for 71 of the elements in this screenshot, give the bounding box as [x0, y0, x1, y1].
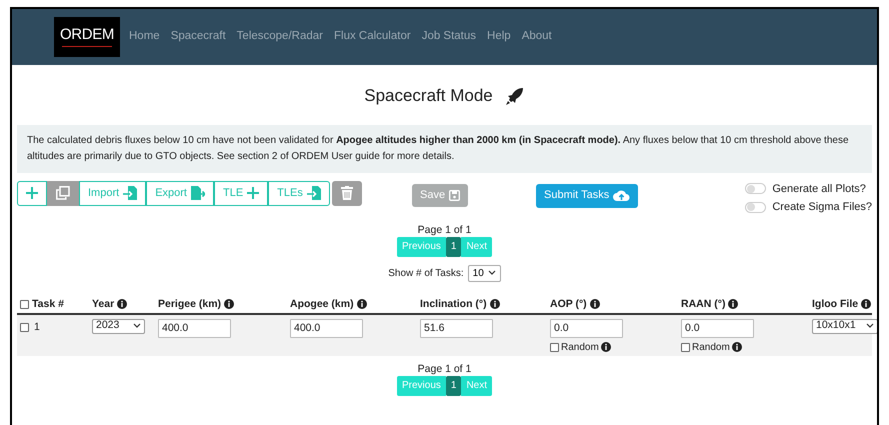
submit-button[interactable]: Submit Tasks	[536, 184, 638, 208]
text-input[interactable]: 400.0	[158, 318, 231, 338]
info-icon	[356, 299, 367, 310]
select-all-checkbox[interactable]	[20, 300, 29, 309]
logo[interactable]: ORDEM	[54, 17, 120, 57]
page-button[interactable]: 1	[446, 236, 462, 256]
toggle-label: Create Sigma Files?	[772, 200, 872, 215]
copy-icon	[56, 186, 70, 200]
toggle-label: Generate all Plots?	[772, 182, 866, 196]
column-header: Year	[92, 296, 114, 312]
add-button[interactable]	[17, 180, 47, 206]
random-label: Random	[561, 340, 599, 354]
chevron-down-icon	[866, 323, 874, 329]
info-icon	[732, 342, 742, 352]
page-indicator: Page 1 of 1	[418, 362, 472, 376]
cloud-upload-icon	[613, 189, 630, 202]
import-button[interactable]: Import	[79, 180, 146, 206]
nav-link[interactable]: Job Status	[422, 28, 476, 46]
page-title: Spacecraft Mode	[364, 85, 493, 107]
warning-alert: The calculated debris fluxes below 10 cm have not been validated for Apogee altitudes higher than 2000 km (in Spacecraft mode). Any fluxes below that 10 cm threshold above these altitudes are primarily due to GTO objects. See section 2 of ORDEM User guide for more details.	[17, 124, 872, 172]
random-label: Random	[692, 340, 730, 354]
nav-link[interactable]: Home	[129, 28, 160, 46]
info-icon	[224, 299, 234, 310]
column-header: Inclination (°)	[420, 296, 487, 312]
nav-link[interactable]: Flux Calculator	[334, 28, 411, 46]
random-checkbox[interactable]	[550, 342, 559, 352]
nav-link[interactable]: Telescope/Radar	[236, 28, 323, 46]
toggle-switch[interactable]	[745, 183, 766, 194]
chevron-down-icon	[488, 270, 496, 276]
column-header: Perigee (km)	[158, 296, 222, 312]
info-icon	[117, 299, 128, 310]
page-indicator: Page 1 of 1	[418, 222, 472, 236]
dropdown[interactable]: 10x10x1	[812, 318, 877, 334]
info-icon	[590, 299, 600, 310]
trash-icon	[340, 186, 353, 200]
show-tasks-label: Show # of Tasks:	[388, 266, 464, 280]
tles-button[interactable]: TLEs	[268, 180, 330, 206]
page-button[interactable]: 1	[446, 376, 462, 396]
toggle-switch[interactable]	[745, 202, 766, 213]
task-number: 1	[34, 320, 40, 334]
plus-icon	[26, 187, 38, 199]
plus-icon	[247, 187, 260, 199]
tasks-per-page-select[interactable]: 10	[468, 264, 501, 282]
text-input[interactable]: 400.0	[290, 318, 363, 338]
copy-button[interactable]	[47, 180, 79, 206]
dropdown[interactable]: 2023	[92, 318, 145, 334]
info-icon	[490, 299, 500, 310]
file-import-icon	[123, 186, 138, 200]
nav-link[interactable]: Help	[487, 28, 511, 46]
text-input[interactable]: 0.0	[550, 318, 623, 338]
info-icon	[861, 299, 872, 310]
text-input[interactable]: 51.6	[420, 318, 493, 338]
info-icon	[728, 299, 738, 310]
column-header: AOP (°)	[550, 296, 587, 312]
delete-button[interactable]	[332, 180, 362, 206]
column-header: Apogee (km)	[290, 296, 354, 312]
tle-button[interactable]: TLE	[214, 180, 268, 206]
nav-link[interactable]: About	[522, 28, 552, 46]
nav-link[interactable]: Spacecraft	[170, 28, 226, 46]
text-input[interactable]: 0.0	[681, 318, 754, 338]
export-button[interactable]: Export	[146, 180, 214, 206]
file-import-icon	[306, 186, 321, 200]
column-header: Task #	[32, 296, 64, 312]
file-export-icon	[190, 186, 205, 200]
random-checkbox[interactable]	[681, 342, 690, 352]
rocket-icon	[504, 86, 525, 106]
chevron-down-icon	[133, 323, 141, 329]
column-header: Igloo File	[812, 296, 858, 312]
row-checkbox[interactable]	[20, 322, 29, 332]
column-header: RAAN (°)	[681, 296, 726, 312]
info-icon	[600, 342, 611, 352]
